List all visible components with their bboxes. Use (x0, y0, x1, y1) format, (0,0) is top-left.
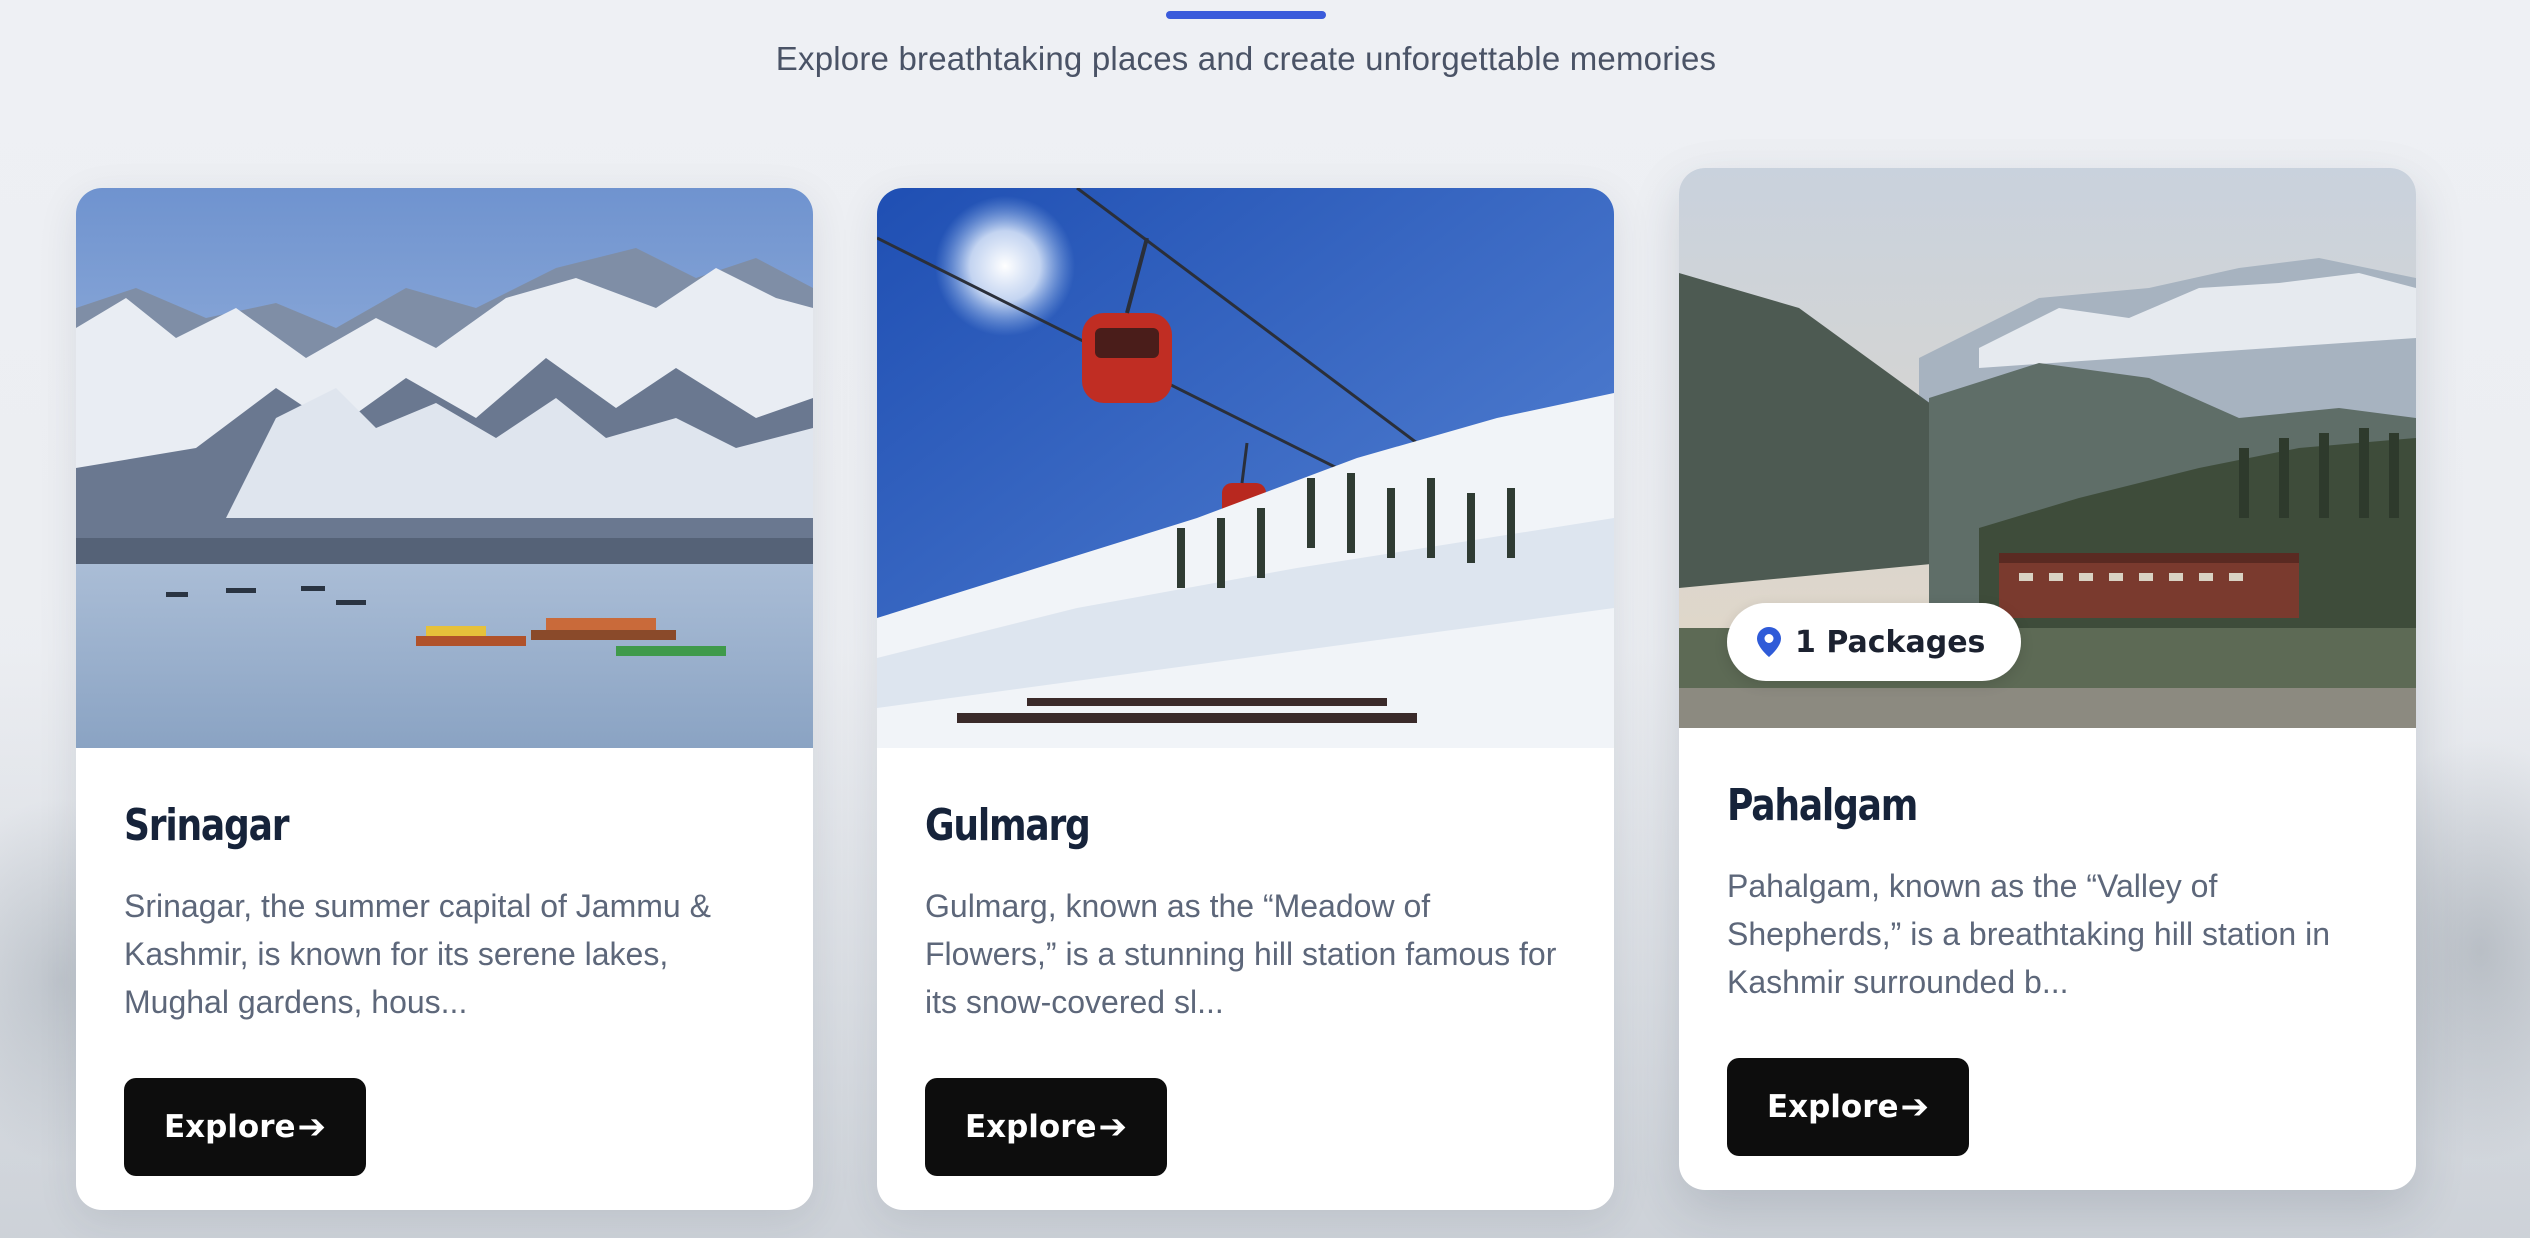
package-count-label: 1 Packages (1795, 624, 1986, 660)
destination-card-srinagar[interactable]: Srinagar Srinagar, the summer capital of… (76, 188, 813, 1210)
destination-card-gulmarg[interactable]: Gulmarg Gulmarg, known as the “Meadow of… (877, 188, 1614, 1210)
section-subtitle: Explore breathtaking places and create u… (775, 40, 1717, 77)
location-pin-icon (1757, 627, 1781, 657)
arrow-right-icon: ➔ (297, 1107, 327, 1147)
section-accent-line (1166, 11, 1326, 19)
gulmarg-photo (877, 188, 1614, 748)
srinagar-photo (76, 188, 813, 748)
explore-button-label: Explore (964, 1109, 1097, 1145)
destination-title: Srinagar (124, 800, 290, 851)
destination-title: Pahalgam (1727, 780, 1918, 831)
explore-button[interactable]: Explore ➔ (124, 1078, 366, 1176)
destination-description: Pahalgam, known as the “Valley of Shephe… (1727, 868, 2331, 1000)
destination-title: Gulmarg (925, 800, 1091, 851)
explore-button-label: Explore (1766, 1089, 1899, 1125)
destination-description: Srinagar, the summer capital of Jammu & … (124, 888, 711, 1020)
destination-description: Gulmarg, known as the “Meadow of Flowers… (925, 888, 1557, 1020)
explore-button[interactable]: Explore ➔ (1727, 1058, 1969, 1156)
arrow-right-icon: ➔ (1098, 1107, 1128, 1147)
destination-card-pahalgam[interactable]: 1 Packages Pahalgam Pahalgam, known as t… (1679, 168, 2416, 1190)
explore-button[interactable]: Explore ➔ (925, 1078, 1167, 1176)
explore-button-label: Explore (163, 1109, 296, 1145)
arrow-right-icon: ➔ (1900, 1087, 1930, 1127)
package-count-badge: 1 Packages (1727, 603, 2022, 681)
